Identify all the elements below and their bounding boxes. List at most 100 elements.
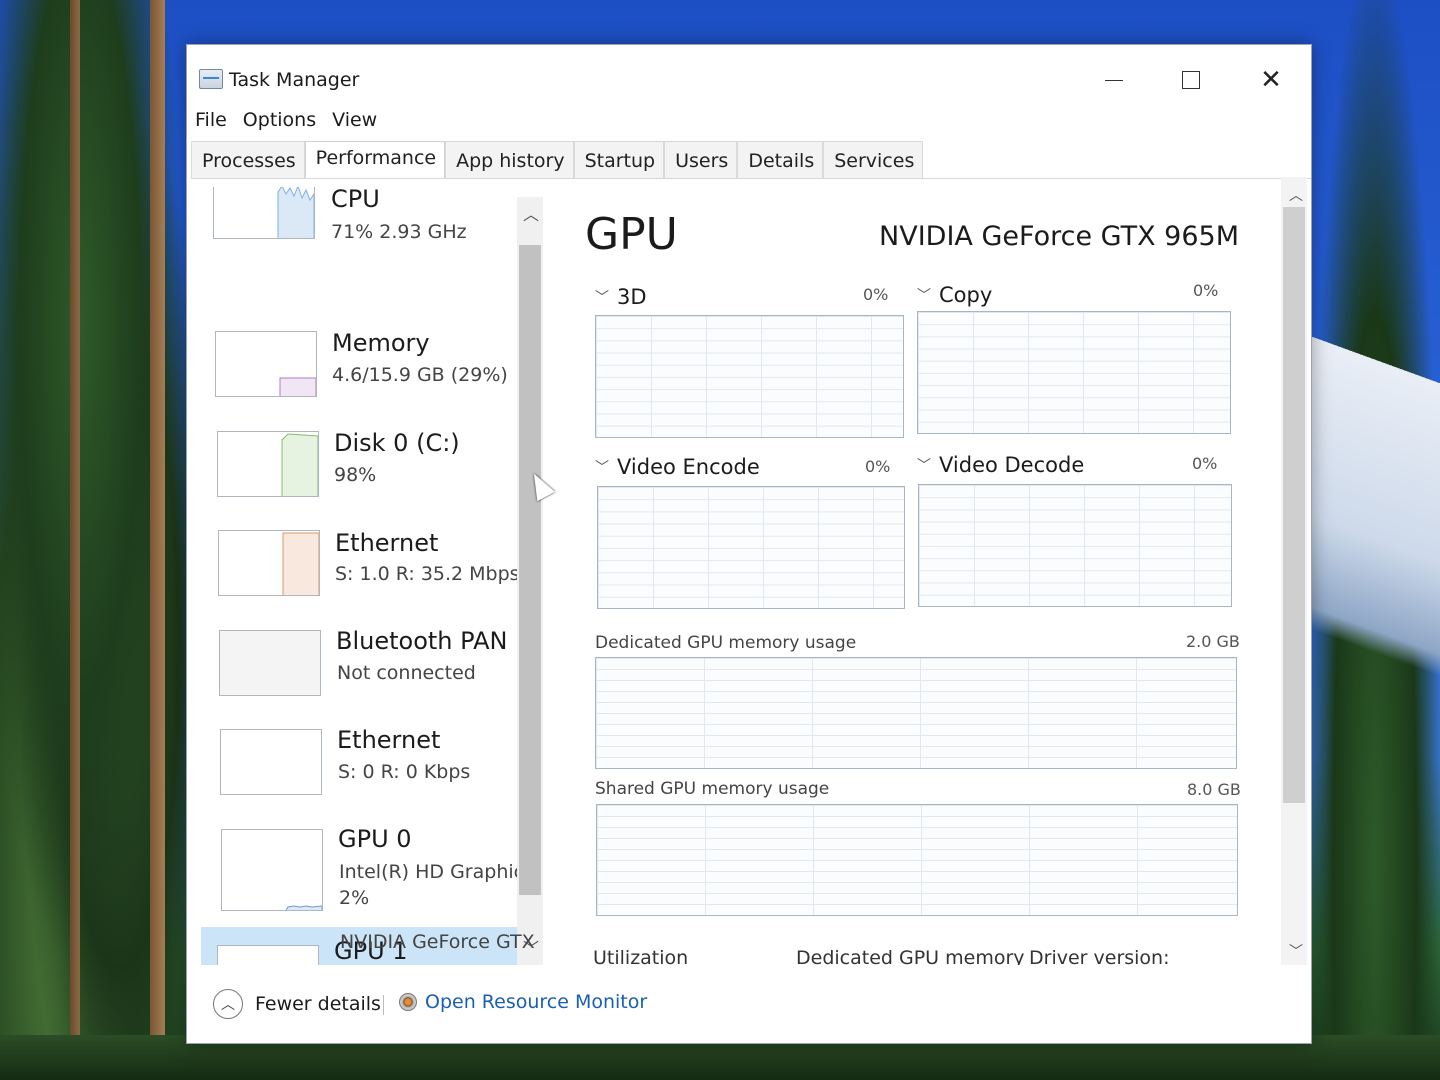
tab-startup[interactable]: Startup — [573, 141, 665, 179]
tab-divider — [191, 178, 1311, 179]
sidebar-item-title: CPU — [331, 187, 380, 213]
sidebar-item-ethernet-2[interactable]: Ethernet S: 0 R: 0 Kbps — [201, 717, 519, 816]
sidebar-item-memory[interactable]: Memory 4.6/15.9 GB (29%) — [201, 319, 519, 418]
footer-divider — [383, 995, 384, 1015]
title-bar[interactable]: Task Manager ✕ — [187, 45, 1311, 111]
sidebar-item-cpu[interactable]: CPU 71% 2.93 GHz — [201, 187, 519, 244]
sidebar-item-subtitle: S: 1.0 R: 35.2 Mbps — [335, 563, 520, 585]
engine-video-decode-value: 0% — [1192, 454, 1218, 473]
engine-video-decode-graph — [918, 484, 1232, 607]
wallpaper-trees-left — [0, 0, 200, 1080]
engine-video-encode-graph — [597, 486, 905, 609]
engine-copy-label[interactable]: ﹀ Copy — [917, 283, 992, 307]
chevron-up-icon[interactable]: ︿ — [213, 989, 243, 1019]
sidebar-gpu1-subtitle: NVIDIA GeForce GTX — [340, 931, 535, 953]
ethernet-mini-graph — [282, 532, 320, 595]
sidebar-item-title: Ethernet — [337, 726, 441, 754]
dedicated-memory-label: Dedicated GPU memory usage — [595, 633, 857, 653]
gpu-model-name: NVIDIA GeForce GTX 965M — [879, 221, 1239, 252]
memory-thumbnail — [215, 331, 317, 397]
chevron-down-icon: ﹀ — [595, 460, 609, 476]
engine-video-decode-label[interactable]: ﹀ Video Decode — [917, 453, 1084, 477]
sidebar-item-subtitle: 98% — [334, 464, 377, 486]
task-manager-window: Task Manager ✕ File Options View Process… — [186, 44, 1312, 1044]
sidebar-item-title: GPU 0 — [338, 825, 412, 853]
tab-app-history[interactable]: App history — [445, 141, 574, 179]
sidebar-scrollbar-thumb[interactable] — [519, 245, 541, 895]
engine-name: 3D — [617, 285, 647, 309]
performance-sidebar: CPU 71% 2.93 GHz Memory 4.6/15.9 GB (29%… — [201, 187, 543, 965]
dedicated-memory-graph — [595, 657, 1237, 769]
shared-memory-label: Shared GPU memory usage — [595, 779, 830, 799]
tab-details[interactable]: Details — [737, 141, 824, 179]
sidebar-item-subtitle: 71% 2.93 GHz — [331, 221, 467, 243]
chevron-down-icon: ﹀ — [917, 458, 931, 474]
sidebar-item-subtitle: Intel(R) HD Graphics — [339, 861, 534, 883]
engine-3d-graph — [595, 315, 904, 438]
sidebar-item-subtitle: Not connected — [337, 662, 476, 684]
stat-dedicated-memory-label: Dedicated GPU memory — [796, 947, 1025, 965]
engine-name: Video Encode — [617, 455, 760, 479]
menu-bar: File Options View — [193, 109, 379, 137]
minimize-icon — [1105, 79, 1123, 81]
menu-options[interactable]: Options — [241, 109, 318, 137]
gpu1-thumbnail — [217, 945, 319, 965]
open-resource-monitor-link[interactable]: Open Resource Monitor — [425, 991, 647, 1013]
engine-copy-graph — [917, 311, 1231, 434]
sidebar-item-ethernet-1[interactable]: Ethernet S: 1.0 R: 35.2 Mbps — [201, 519, 520, 618]
close-button[interactable]: ✕ — [1241, 57, 1301, 103]
scroll-down-icon[interactable]: ﹀ — [1289, 941, 1303, 961]
tab-strip: Processes Performance App history Startu… — [191, 141, 924, 179]
menu-view[interactable]: View — [330, 109, 379, 137]
memory-mini-graph — [279, 377, 317, 396]
menu-file[interactable]: File — [193, 109, 229, 137]
cpu-thumbnail — [213, 187, 315, 239]
sidebar-item-title: Memory — [332, 329, 430, 357]
sidebar-item-title: Bluetooth PAN — [336, 627, 508, 655]
engine-video-encode-value: 0% — [865, 457, 891, 476]
bluetooth-thumbnail — [219, 630, 321, 696]
chevron-down-icon: ﹀ — [595, 290, 609, 306]
engine-video-encode-label[interactable]: ﹀ Video Encode — [595, 455, 760, 479]
dedicated-memory-max: 2.0 GB — [1186, 632, 1240, 651]
page-title: GPU — [585, 209, 678, 260]
disk-thumbnail — [217, 431, 319, 497]
scroll-up-icon[interactable]: ︿ — [1289, 185, 1303, 205]
fewer-details-button[interactable]: Fewer details — [255, 993, 381, 1015]
footer-bar: ︿ Fewer details Open Resource Monitor — [187, 967, 1311, 1039]
engine-name: Video Decode — [939, 453, 1085, 477]
detail-scrollbar-thumb[interactable] — [1283, 207, 1305, 803]
sidebar-item-subtitle: 4.6/15.9 GB (29%) — [332, 364, 508, 386]
gpu0-thumbnail — [221, 829, 323, 911]
tab-services[interactable]: Services — [823, 141, 924, 179]
tab-users[interactable]: Users — [664, 141, 738, 179]
gpu0-mini-graph — [285, 905, 323, 911]
engine-copy-value: 0% — [1193, 281, 1219, 300]
chevron-down-icon: ﹀ — [917, 288, 931, 304]
sidebar-item-usage: 2% — [339, 887, 370, 909]
scroll-up-icon[interactable]: ︿ — [523, 201, 539, 225]
window-title: Task Manager — [229, 69, 360, 91]
minimize-button[interactable] — [1084, 57, 1144, 103]
sidebar-item-disk-0[interactable]: Disk 0 (C:) 98% — [201, 419, 519, 518]
tab-performance[interactable]: Performance — [304, 141, 446, 179]
ethernet-thumbnail — [218, 530, 320, 596]
disk-mini-graph — [281, 433, 319, 496]
sidebar-item-title: Disk 0 (C:) — [334, 429, 460, 457]
engine-name: Copy — [939, 283, 993, 307]
task-manager-icon — [199, 69, 223, 89]
sidebar-item-subtitle: S: 0 R: 0 Kbps — [338, 761, 471, 783]
sidebar-item-bluetooth-pan[interactable]: Bluetooth PAN Not connected — [201, 617, 519, 716]
maximize-button[interactable] — [1161, 57, 1221, 103]
tab-processes[interactable]: Processes — [191, 141, 305, 179]
cpu-mini-graph — [277, 187, 315, 238]
gpu-detail-panel: GPU NVIDIA GeForce GTX 965M ﹀ 3D 0% ﹀ Copy… — [567, 187, 1283, 965]
engine-3d-value: 0% — [863, 285, 889, 304]
sidebar-item-gpu-0[interactable]: GPU 0 Intel(R) HD Graphics 2% — [201, 817, 534, 929]
ethernet-thumbnail — [220, 729, 322, 795]
engine-3d-label[interactable]: ﹀ 3D — [595, 285, 647, 309]
sidebar-item-title: Ethernet — [335, 529, 439, 557]
resource-monitor-icon — [399, 993, 417, 1011]
maximize-icon — [1182, 71, 1200, 89]
close-icon: ✕ — [1260, 65, 1282, 95]
